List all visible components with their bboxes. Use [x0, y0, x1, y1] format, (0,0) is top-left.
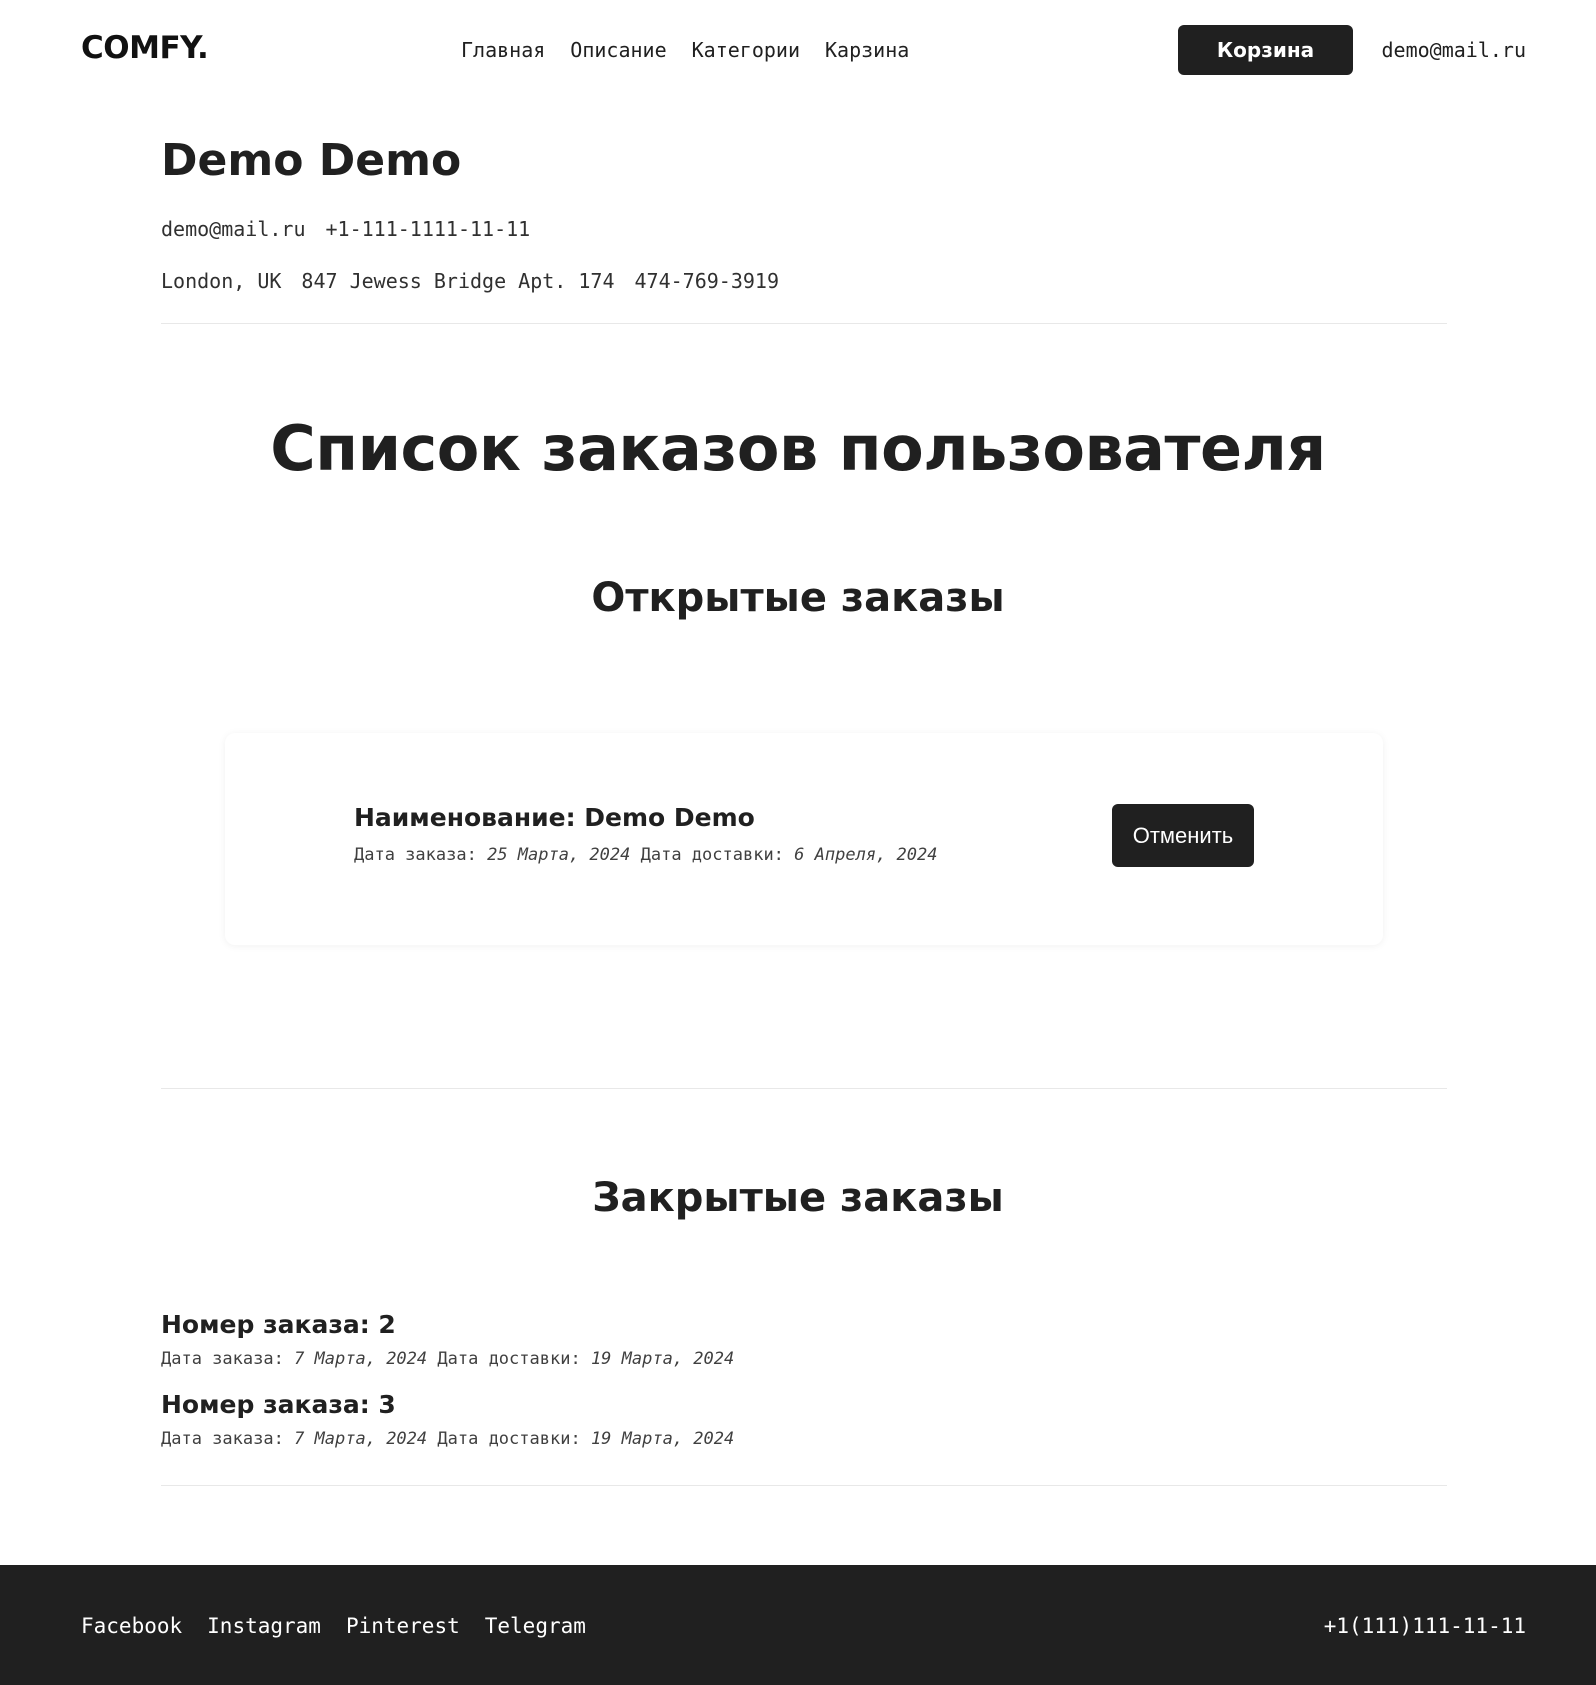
- open-order-card: Наименование: Demo Demo Дата заказа: 25 …: [225, 733, 1383, 945]
- order-date-label: Дата заказа:: [161, 1349, 284, 1369]
- divider: [161, 1088, 1447, 1089]
- delivery-date-label: Дата доставки:: [437, 1429, 581, 1449]
- footer-link-telegram[interactable]: Telegram: [485, 1614, 586, 1638]
- closed-order-dates: Дата заказа: 7 Марта, 2024 Дата доставки…: [161, 1349, 1447, 1369]
- delivery-date-label: Дата доставки:: [437, 1349, 581, 1369]
- nav-item-description[interactable]: Описание: [570, 38, 666, 62]
- closed-order-dates: Дата заказа: 7 Марта, 2024 Дата доставки…: [161, 1429, 1447, 1449]
- delivery-date: 19 Марта, 2024: [590, 1429, 735, 1449]
- site-header: COMFY. Главная Описание Категории Карзин…: [0, 0, 1596, 100]
- delivery-date-label: Дата доставки:: [640, 845, 784, 865]
- list-item: Номер заказа: 3 Дата заказа: 7 Марта, 20…: [161, 1390, 1447, 1470]
- site-footer: Facebook Instagram Pinterest Telegram +1…: [0, 1565, 1596, 1685]
- profile-address: London, UK 847 Jewess Bridge Apt. 174 47…: [161, 269, 779, 293]
- order-date-label: Дата заказа:: [161, 1429, 284, 1449]
- profile-street: 847 Jewess Bridge Apt. 174: [301, 269, 615, 293]
- social-links: Facebook Instagram Pinterest Telegram: [81, 1614, 586, 1638]
- cart-button[interactable]: Корзина: [1178, 25, 1353, 75]
- profile-email: demo@mail.ru: [161, 217, 306, 241]
- closed-order-number: Номер заказа: 2: [161, 1310, 396, 1339]
- open-orders-title: Открытые заказы: [591, 575, 1005, 621]
- profile-name: Demo Demo: [161, 135, 462, 186]
- footer-link-instagram[interactable]: Instagram: [207, 1614, 321, 1638]
- nav-item-home[interactable]: Главная: [461, 38, 545, 62]
- footer-link-facebook[interactable]: Facebook: [81, 1614, 182, 1638]
- footer-phone[interactable]: +1(111)111-11-11: [1324, 1614, 1526, 1638]
- closed-orders-list: Номер заказа: 2 Дата заказа: 7 Марта, 20…: [161, 1310, 1447, 1470]
- profile-contacts: demo@mail.ru +1-111-1111-11-11: [161, 217, 530, 241]
- profile-city: London, UK: [161, 269, 282, 293]
- nav-item-cart[interactable]: Карзина: [825, 38, 909, 62]
- main-nav: Главная Описание Категории Карзина: [461, 38, 909, 62]
- delivery-date: 6 Апреля, 2024: [794, 845, 938, 865]
- page-title: Список заказов пользователя: [270, 412, 1326, 485]
- nav-item-categories[interactable]: Категории: [692, 38, 800, 62]
- cancel-order-button[interactable]: Отменить: [1112, 804, 1254, 867]
- order-date: 7 Марта, 2024: [294, 1429, 428, 1449]
- user-email-link[interactable]: demo@mail.ru: [1382, 38, 1527, 62]
- profile-address-phone: 474-769-3919: [634, 269, 780, 293]
- order-date: 7 Марта, 2024: [294, 1349, 428, 1369]
- closed-order-number: Номер заказа: 3: [161, 1390, 396, 1419]
- order-date-label: Дата заказа:: [354, 845, 477, 865]
- closed-orders-title: Закрытые заказы: [592, 1175, 1004, 1221]
- order-date: 25 Марта, 2024: [487, 845, 631, 865]
- divider: [161, 323, 1447, 324]
- user-profile: Demo Demo demo@mail.ru +1-111-1111-11-11…: [161, 135, 1447, 293]
- order-dates: Дата заказа: 25 Марта, 2024 Дата доставк…: [354, 845, 937, 865]
- logo[interactable]: COMFY.: [81, 30, 209, 66]
- divider: [161, 1485, 1447, 1486]
- order-name: Наименование: Demo Demo: [354, 803, 755, 832]
- profile-phone: +1-111-1111-11-11: [325, 217, 531, 241]
- footer-link-pinterest[interactable]: Pinterest: [346, 1614, 460, 1638]
- list-item: Номер заказа: 2 Дата заказа: 7 Марта, 20…: [161, 1310, 1447, 1390]
- delivery-date: 19 Марта, 2024: [590, 1349, 735, 1369]
